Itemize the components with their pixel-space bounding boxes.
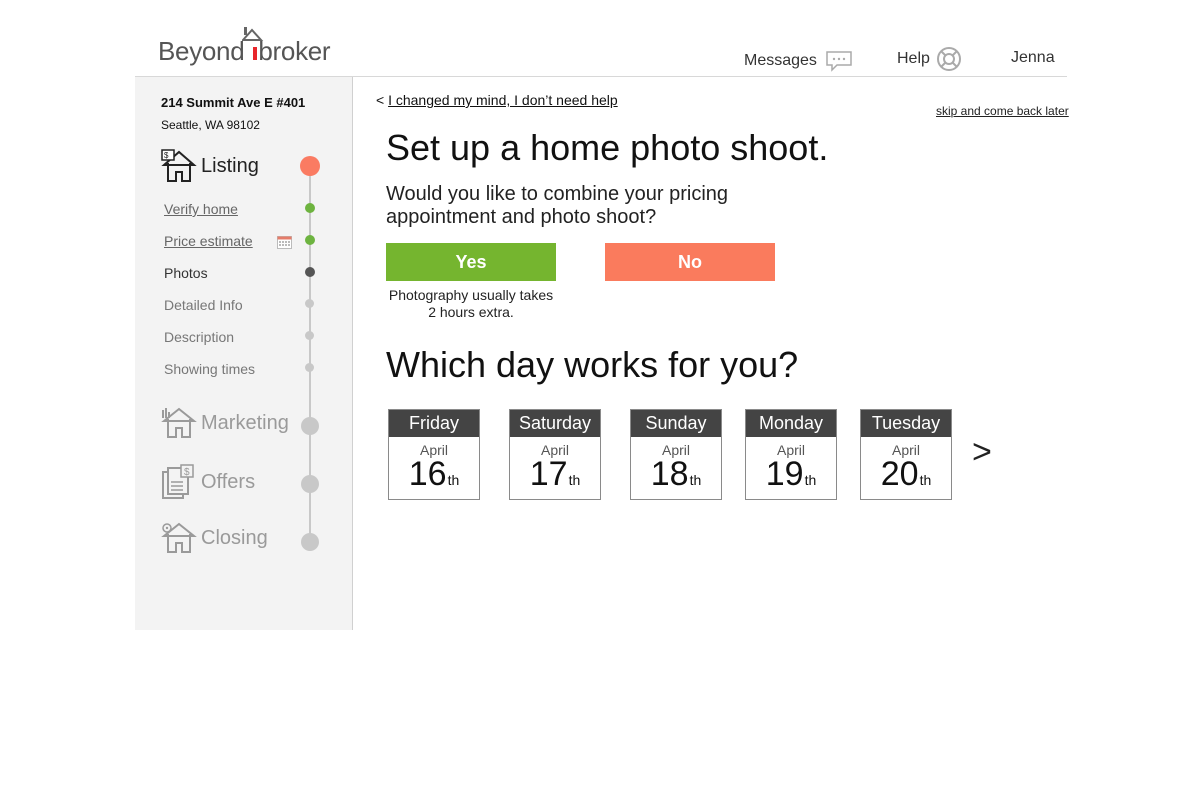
section-label: Offers: [201, 470, 256, 493]
section-status-dot: [301, 417, 319, 435]
day-picker-title: Which day works for you?: [386, 344, 799, 385]
section-label: Marketing: [201, 411, 289, 434]
step-description[interactable]: Description: [164, 329, 234, 345]
yes-button[interactable]: Yes: [386, 243, 556, 281]
day-number: 18: [650, 455, 689, 493]
day-date: 16th: [389, 456, 479, 498]
logo-part-1: Beyond: [158, 36, 245, 66]
messages-label: Messages: [744, 52, 817, 69]
combine-question: Would you like to combine your pricing a…: [386, 183, 729, 228]
logo-part-2: broker: [258, 36, 331, 66]
section-closing[interactable]: Closing: [161, 522, 268, 554]
listing-house-icon: $: [161, 149, 197, 182]
day-suffix: th: [919, 472, 932, 488]
section-label: Listing: [201, 154, 259, 177]
messages-link[interactable]: Messages: [744, 50, 853, 72]
address-line-1: 214 Summit Ave E #401: [161, 95, 306, 110]
svg-text:$: $: [164, 151, 169, 160]
day-card-saturday[interactable]: Saturday April 17th: [509, 409, 601, 500]
day-weekday: Sunday: [631, 410, 721, 437]
chat-bubble-icon: [826, 51, 852, 72]
section-status-dot: [301, 533, 319, 551]
step-status-dot: [305, 235, 315, 245]
step-showing-times[interactable]: Showing times: [164, 361, 255, 377]
day-card-tuesday[interactable]: Tuesday April 20th: [860, 409, 952, 500]
section-status-dot: [300, 156, 320, 176]
back-link-text[interactable]: I changed my mind, I don’t need help: [388, 92, 618, 108]
section-status-dot: [301, 475, 319, 493]
calendar-icon[interactable]: [277, 235, 292, 249]
no-button[interactable]: No: [605, 243, 775, 281]
section-listing[interactable]: $ Listing: [161, 149, 259, 183]
day-number: 17: [529, 455, 568, 493]
day-date: 17th: [510, 456, 600, 498]
step-status-dot: [305, 331, 314, 340]
user-menu[interactable]: Jenna: [1011, 49, 1055, 67]
closing-house-icon: [161, 522, 197, 553]
day-suffix: th: [804, 472, 817, 488]
step-status-dot: [305, 363, 314, 372]
step-status-dot: [305, 299, 314, 308]
back-arrow: <: [376, 92, 385, 108]
step-photos[interactable]: Photos: [164, 265, 208, 281]
svg-text:$: $: [184, 467, 190, 478]
day-weekday: Monday: [746, 410, 836, 437]
photography-note: Photography usually takes 2 hours extra.: [388, 287, 554, 320]
marketing-house-icon: [161, 407, 197, 438]
brand-logo[interactable]: Beyond broker: [158, 26, 348, 68]
skip-link[interactable]: skip and come back later: [936, 104, 1069, 118]
day-date: 18th: [631, 456, 721, 498]
step-detailed-info[interactable]: Detailed Info: [164, 297, 243, 313]
day-date: 20th: [861, 456, 951, 498]
progress-sidebar: 214 Summit Ave E #401 Seattle, WA 98102 …: [135, 77, 353, 630]
day-suffix: th: [689, 472, 702, 488]
section-offers[interactable]: $ Offers: [161, 464, 255, 500]
page-title: Set up a home photo shoot.: [386, 127, 829, 168]
logo-house-icon: [242, 27, 264, 60]
day-card-friday[interactable]: Friday April 16th: [388, 409, 480, 500]
day-card-sunday[interactable]: Sunday April 18th: [630, 409, 722, 500]
day-date: 19th: [746, 456, 836, 498]
day-card-monday[interactable]: Monday April 19th: [745, 409, 837, 500]
help-link[interactable]: Help: [897, 46, 963, 72]
day-number: 20: [880, 455, 919, 493]
step-price-estimate[interactable]: Price estimate: [164, 233, 253, 249]
section-marketing[interactable]: Marketing: [161, 407, 289, 439]
address-line-2: Seattle, WA 98102: [161, 118, 260, 132]
day-weekday: Friday: [389, 410, 479, 437]
day-weekday: Saturday: [510, 410, 600, 437]
day-suffix: th: [568, 472, 581, 488]
step-verify-home[interactable]: Verify home: [164, 201, 238, 217]
back-link[interactable]: < I changed my mind, I don’t need help: [376, 92, 618, 108]
step-status-dot: [305, 203, 315, 213]
offers-document-icon: $: [162, 464, 194, 499]
day-number: 16: [408, 455, 447, 493]
day-suffix: th: [447, 472, 460, 488]
lifebuoy-icon: [936, 47, 961, 71]
section-label: Closing: [201, 526, 268, 549]
help-label: Help: [897, 50, 930, 67]
day-number: 19: [765, 455, 804, 493]
next-days-button[interactable]: >: [972, 433, 992, 472]
day-weekday: Tuesday: [861, 410, 951, 437]
step-status-dot: [305, 267, 315, 277]
